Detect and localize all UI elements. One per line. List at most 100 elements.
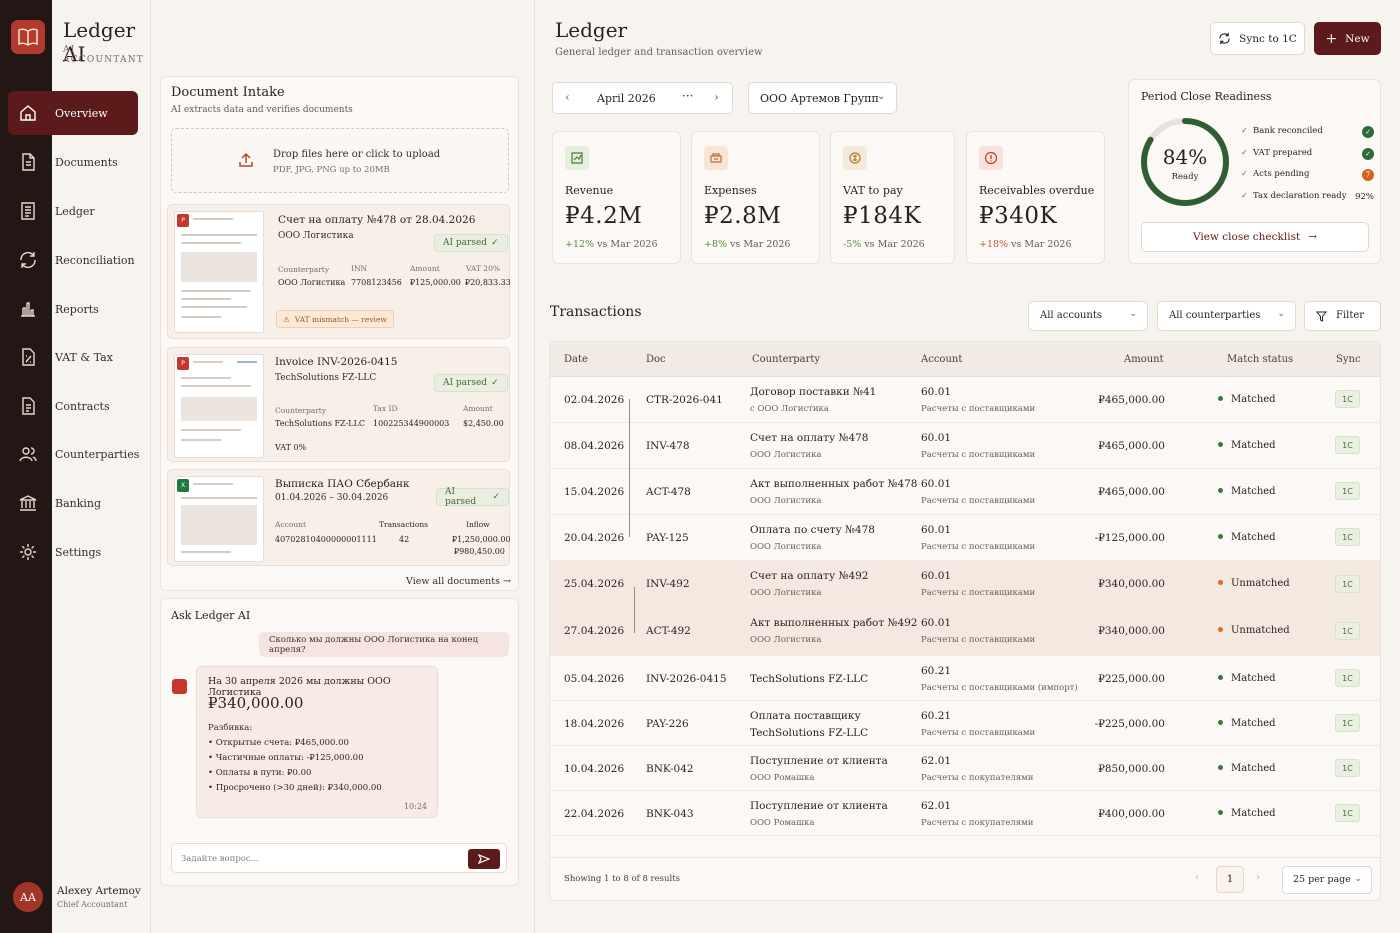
sync-badge[interactable]: 1C: [1335, 575, 1360, 593]
table-row[interactable]: 05.04.2026 INV-2026-0415 TechSolutions FZ-…: [550, 656, 1380, 701]
sync-badge[interactable]: 1C: [1335, 804, 1360, 822]
per-page-select[interactable]: 25 per page ⌄: [1282, 866, 1372, 894]
row-doc[interactable]: INV-2026-0415: [646, 673, 727, 685]
document-card[interactable]: X Выписка ПАО Сбербанк 01.04.2026 – 30.0…: [167, 469, 511, 566]
sync-badge[interactable]: 1C: [1335, 759, 1360, 777]
checklist-label: Acts pending: [1253, 169, 1310, 179]
column-header[interactable]: Counterparty: [752, 354, 820, 365]
page-number[interactable]: 1: [1216, 866, 1244, 893]
column-header[interactable]: Amount: [1124, 354, 1164, 365]
sidebar-item-settings[interactable]: Settings: [8, 530, 138, 574]
column-header[interactable]: Match status: [1227, 354, 1293, 365]
sidebar-item-documents[interactable]: Documents: [8, 140, 138, 184]
field-value: 40702810400000001111: [275, 535, 377, 544]
accounts-filter[interactable]: All accounts ⌄: [1028, 301, 1148, 331]
checklist-status: ✓: [1362, 148, 1374, 160]
sync-badge[interactable]: 1C: [1335, 436, 1360, 454]
kpi-card-vat-to-pay[interactable]: VAT to pay ₽184K -5% vs Mar 2026: [830, 131, 955, 264]
chevron-right-icon[interactable]: ›: [714, 90, 719, 104]
table-row[interactable]: 10.04.2026 BNK-042 Поступление от клиента О…: [550, 746, 1380, 791]
sidebar-item-banking[interactable]: Banking: [8, 481, 138, 525]
sidebar-item-overview[interactable]: Overview: [8, 91, 138, 135]
column-header[interactable]: Doc: [646, 354, 666, 365]
vat-warning-badge[interactable]: ⚠ VAT mismatch — review: [276, 310, 394, 328]
column-header[interactable]: Sync: [1336, 354, 1361, 365]
filter-button[interactable]: Filter: [1304, 301, 1381, 331]
button-label: Sync to 1C: [1239, 32, 1297, 45]
table-row[interactable]: 22.04.2026 BNK-043 Поступление от клиента О…: [550, 791, 1380, 836]
field-value: ООО Логистика: [278, 278, 346, 287]
table-row[interactable]: 27.04.2026 ACT-492 Акт выполненных работ №…: [550, 608, 1380, 656]
people-icon: [19, 447, 37, 462]
readiness-percent: 84%: [1162, 145, 1208, 169]
user-menu[interactable]: AA Alexey Artemov Chief Accountant ⌄: [0, 878, 150, 918]
table-row[interactable]: 18.04.2026 PAY-226 Оплата поставщику TechSo…: [550, 701, 1380, 746]
check-icon: ✓: [491, 378, 499, 388]
checklist-item: ✓ Acts pending 7: [1241, 169, 1374, 183]
sidebar-item-label: Documents: [55, 155, 118, 169]
table-row[interactable]: 02.04.2026 CTR-2026-041 Договор поставки №…: [550, 377, 1380, 423]
row-doc[interactable]: BNK-043: [646, 808, 694, 820]
chevron-down-icon[interactable]: ⌄: [131, 890, 139, 901]
status-dot: [1218, 810, 1223, 815]
ask-input[interactable]: [181, 850, 451, 868]
counterparties-filter[interactable]: All counterparties ⌄: [1157, 301, 1296, 331]
row-doc[interactable]: INV-492: [646, 578, 690, 590]
document-card[interactable]: P Счет на оплату №478 от 28.04.2026 ООО …: [167, 204, 511, 339]
table-row[interactable]: 20.04.2026 PAY-125 Оплата по счету №478 ООО…: [550, 515, 1380, 561]
breakdown-item: • Просрочено (>30 дней): ₽340,000.00: [208, 783, 382, 793]
row-doc[interactable]: BNK-042: [646, 763, 694, 775]
period-selector: ‹ April 2026 ··· ›: [552, 82, 733, 114]
sync-badge[interactable]: 1C: [1335, 482, 1360, 500]
checklist-status: 7: [1362, 169, 1374, 181]
status-dot: [1218, 396, 1223, 401]
upload-dropzone[interactable]: Drop files here or click to upload PDF, …: [171, 128, 509, 193]
kpi-card-revenue[interactable]: Revenue ₽4.2M +12% vs Mar 2026: [552, 131, 681, 264]
chevron-left-icon[interactable]: ‹: [1195, 872, 1199, 883]
sync-badge[interactable]: 1C: [1335, 528, 1360, 546]
check-icon: ✓: [1241, 169, 1248, 178]
sidebar-item-reconciliation[interactable]: Reconciliation: [8, 238, 138, 282]
row-doc[interactable]: INV-478: [646, 440, 690, 452]
pdf-icon: P: [177, 214, 189, 227]
chevron-down-icon: ⌄: [1354, 874, 1362, 884]
table-row[interactable]: 08.04.2026 INV-478 Счет на оплату №478 ООО …: [550, 423, 1380, 469]
row-doc[interactable]: ACT-492: [646, 625, 691, 637]
warning-icon: ⚠: [283, 314, 290, 324]
company-select[interactable]: ООО Артемов Групп ⌄: [748, 82, 897, 114]
intake-title: Document Intake: [171, 85, 285, 100]
chevron-right-icon[interactable]: ›: [1256, 872, 1260, 883]
status-text: Unmatched: [1231, 625, 1290, 636]
kpi-card-receivables-overdue[interactable]: Receivables overdue ₽340K +18% vs Mar 2026: [966, 131, 1105, 264]
column-header[interactable]: Account: [921, 354, 962, 365]
kpi-card-expenses[interactable]: Expenses ₽2.8M +8% vs Mar 2026: [691, 131, 820, 264]
sidebar-item-ledger[interactable]: Ledger: [8, 189, 138, 233]
row-account-name: Расчеты с поставщиками: [921, 588, 1036, 598]
sync-badge[interactable]: 1C: [1335, 714, 1360, 732]
sync-1c-button[interactable]: Sync to 1C: [1210, 22, 1305, 55]
sidebar-item-vat-tax[interactable]: VAT & Tax: [8, 335, 138, 379]
new-button[interactable]: + New: [1314, 22, 1381, 55]
more-icon[interactable]: ···: [682, 89, 693, 103]
table-row[interactable]: 25.04.2026 INV-492 Счет на оплату №492 ООО …: [550, 561, 1380, 608]
send-button[interactable]: [468, 849, 500, 869]
document-card[interactable]: P Invoice INV-2026-0415 TechSolutions FZ…: [167, 347, 510, 462]
row-doc[interactable]: PAY-226: [646, 718, 689, 730]
sync-badge[interactable]: 1C: [1335, 669, 1360, 687]
transactions-title: Transactions: [550, 304, 642, 320]
sidebar-item-counterparties[interactable]: Counterparties: [8, 432, 139, 476]
column-header[interactable]: Date: [564, 354, 588, 365]
view-close-checklist-button[interactable]: View close checklist →: [1141, 222, 1369, 252]
field-label: Tax ID: [373, 404, 398, 413]
sidebar-item-contracts[interactable]: Contracts: [8, 384, 138, 428]
sync-badge[interactable]: 1C: [1335, 390, 1360, 408]
plus-icon: +: [1325, 30, 1338, 47]
view-all-documents-link[interactable]: View all documents →: [406, 576, 511, 587]
row-doc[interactable]: ACT-478: [646, 486, 691, 498]
chevron-left-icon[interactable]: ‹: [565, 90, 570, 104]
sidebar-item-reports[interactable]: Reports: [8, 287, 138, 331]
row-doc[interactable]: CTR-2026-041: [646, 394, 723, 406]
sync-badge[interactable]: 1C: [1335, 622, 1360, 640]
table-row[interactable]: 15.04.2026 ACT-478 Акт выполненных работ №…: [550, 469, 1380, 515]
row-doc[interactable]: PAY-125: [646, 532, 689, 544]
